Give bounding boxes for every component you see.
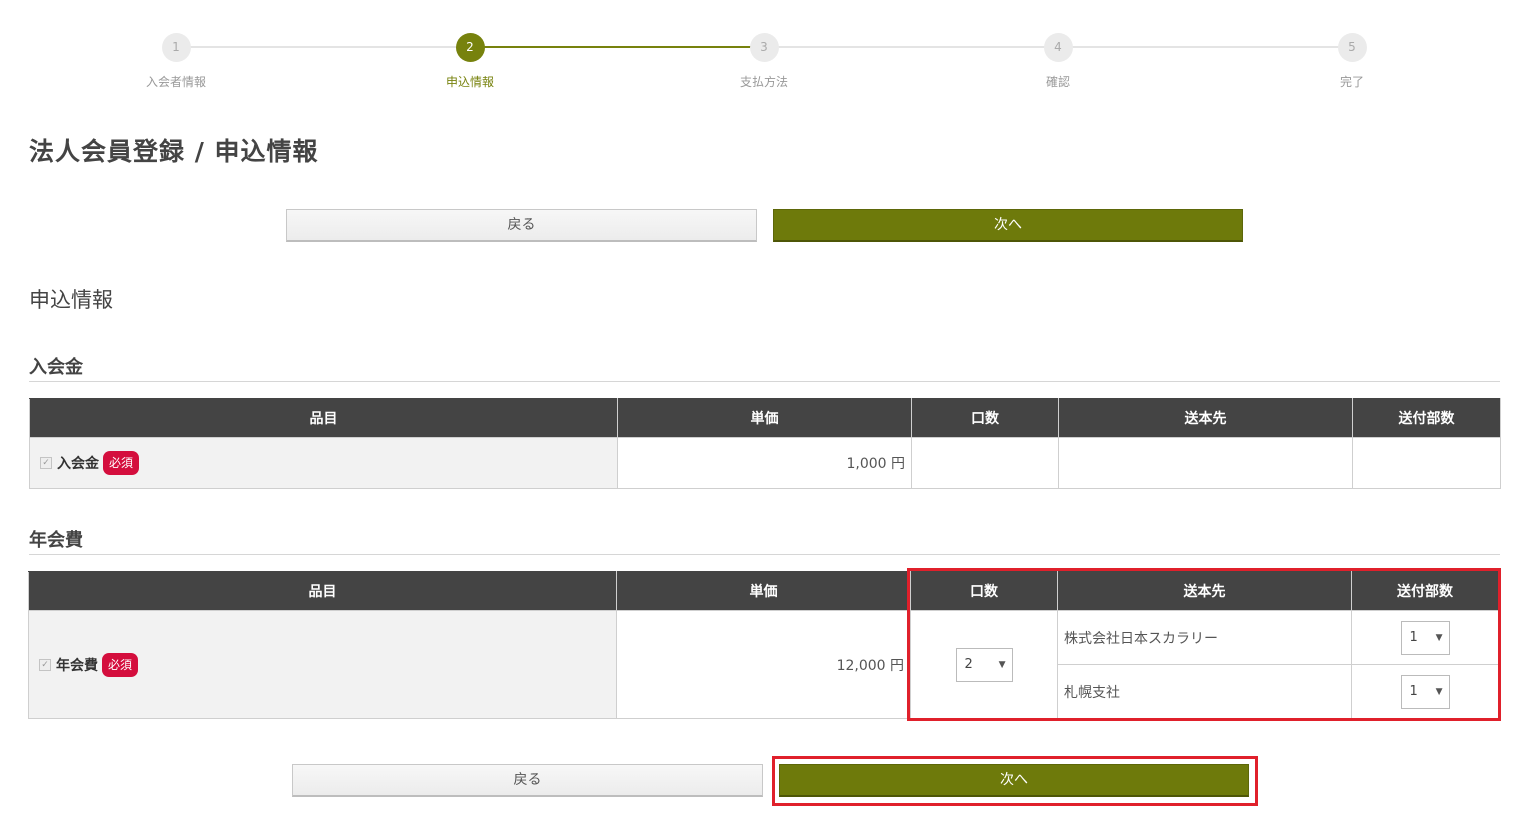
step-label: 申込情報 — [445, 75, 494, 89]
entry-fee-heading: 入会金 — [29, 357, 83, 378]
divider — [29, 381, 1500, 382]
annual-fee-heading: 年会費 — [29, 530, 83, 551]
back-button-bottom[interactable]: 戻る — [292, 764, 763, 797]
divider — [29, 554, 1500, 555]
back-button-top[interactable]: 戻る — [286, 209, 757, 242]
step-5: 5 完了 — [1292, 33, 1412, 90]
step-number: 1 — [161, 33, 191, 62]
highlight-box-next-button — [772, 756, 1258, 806]
copies-cell — [1352, 437, 1501, 489]
column-header-item: 品目 — [29, 398, 618, 438]
annual-fee-checkbox[interactable]: ✓ — [39, 658, 51, 671]
page-title: 法人会員登録 / 申込情報 — [29, 137, 319, 166]
step-label: 確認 — [1045, 75, 1070, 89]
quantity-cell — [911, 437, 1059, 489]
column-header-unit-price: 単価 — [617, 398, 912, 438]
unit-price: 12,000 円 — [616, 610, 911, 719]
step-number: 5 — [1337, 33, 1367, 62]
step-4: 4 確認 — [998, 33, 1118, 90]
step-number: 3 — [749, 33, 779, 62]
progress-stepper: 1 入会者情報 2 申込情報 3 支払方法 4 確認 5 完了 — [0, 0, 1526, 100]
column-header-destination: 送本先 — [1058, 398, 1353, 438]
step-label: 支払方法 — [739, 75, 788, 89]
required-badge: 必須 — [103, 451, 140, 475]
step-3: 3 支払方法 — [704, 33, 824, 90]
section-title: 申込情報 — [29, 288, 113, 312]
entry-fee-table: 品目 単価 口数 送本先 送付部数 ✓ 入会金 必須 1,000 円 — [29, 398, 1501, 489]
item-cell: ✓ 入会金 必須 — [29, 437, 618, 489]
step-2: 2 申込情報 — [410, 33, 530, 90]
column-header-quantity: 口数 — [911, 398, 1059, 438]
highlight-box-columns — [907, 568, 1501, 721]
item-name: 年会費 — [56, 657, 98, 674]
step-number: 4 — [1043, 33, 1073, 62]
step-number: 2 — [455, 33, 485, 62]
column-header-item: 品目 — [28, 571, 617, 611]
unit-price: 1,000 円 — [617, 437, 912, 489]
column-header-unit-price: 単価 — [616, 571, 911, 611]
item-name: 入会金 — [57, 456, 99, 472]
entry-fee-checkbox[interactable]: ✓ — [40, 457, 52, 469]
column-header-copies: 送付部数 — [1352, 398, 1501, 438]
step-label: 完了 — [1339, 75, 1364, 89]
table-header-row: 品目 単価 口数 送本先 送付部数 — [29, 398, 1501, 438]
step-1: 1 入会者情報 — [116, 33, 236, 90]
table-row: ✓ 入会金 必須 1,000 円 — [29, 437, 1501, 489]
required-badge: 必須 — [102, 652, 139, 677]
step-label: 入会者情報 — [145, 75, 206, 89]
item-cell: ✓ 年会費 必須 — [28, 610, 617, 719]
destination-cell — [1058, 437, 1353, 489]
next-button-top[interactable]: 次へ — [773, 209, 1243, 242]
